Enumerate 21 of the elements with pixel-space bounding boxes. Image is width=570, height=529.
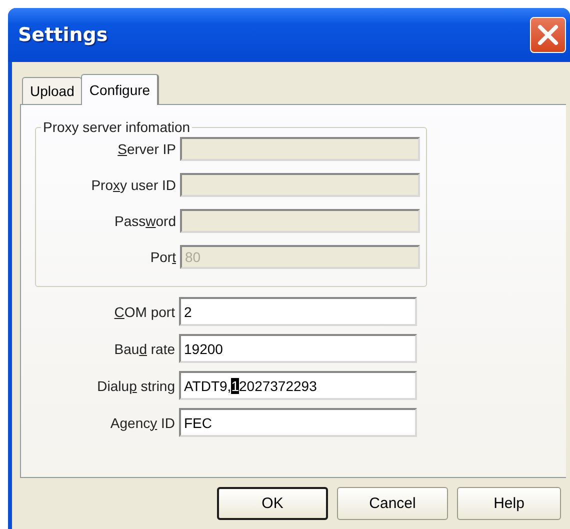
close-icon — [537, 24, 559, 46]
field-label: Port — [149, 249, 176, 265]
window-title: Settings — [18, 24, 108, 46]
input-field[interactable]: ATDT9,12027372293 — [179, 371, 417, 400]
input-field[interactable]: 19200 — [179, 334, 417, 363]
tab[interactable]: Upload — [22, 77, 82, 104]
group-title: Proxy server infomation — [42, 119, 192, 135]
field-label: Proxy user ID — [90, 177, 176, 193]
dialog-button[interactable]: Cancel — [337, 487, 448, 520]
field-label: Baud rate — [113, 340, 175, 356]
input-field[interactable]: FEC — [179, 408, 417, 437]
field-label: Password — [114, 213, 176, 229]
dialog-button[interactable]: Help — [457, 487, 561, 520]
input-field[interactable]: 2 — [179, 297, 417, 326]
field-label: Server IP — [116, 141, 176, 157]
field-label: COM port — [113, 304, 175, 320]
dialog-button[interactable]: OK — [217, 487, 328, 520]
tab[interactable]: Configure — [81, 74, 160, 105]
field-label: Agency ID — [109, 414, 175, 430]
field-label: Dialup string — [96, 378, 175, 394]
close-button[interactable] — [530, 17, 566, 53]
